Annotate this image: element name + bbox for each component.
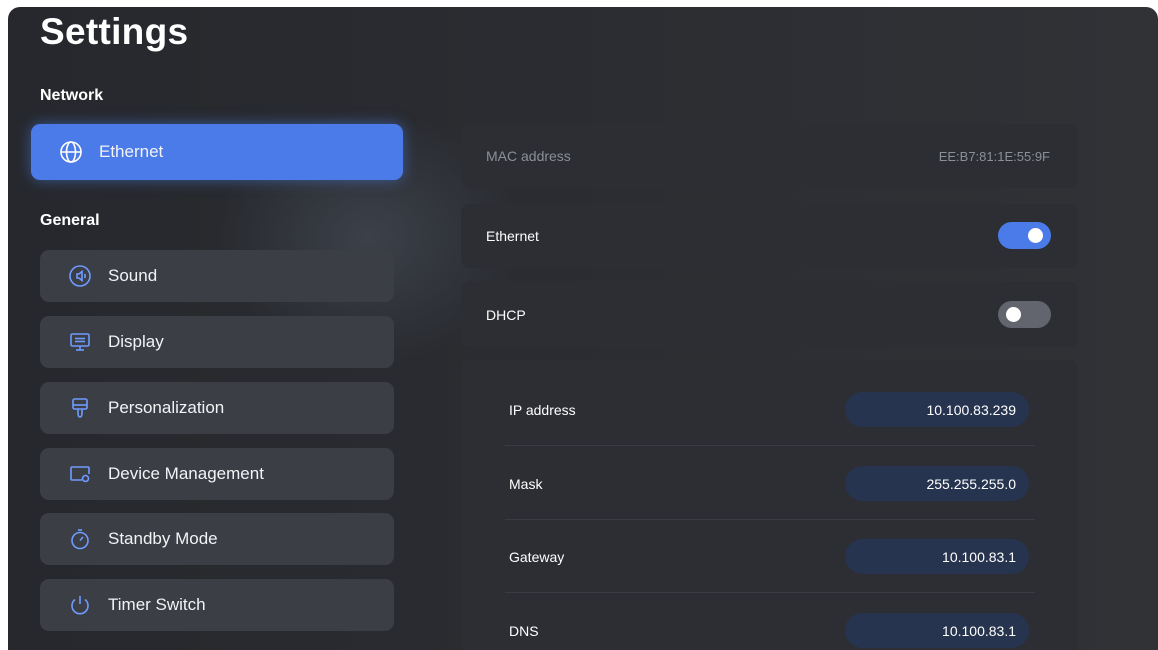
display-icon [68,330,92,354]
device-management-icon [68,462,92,486]
dns-field[interactable]: 10.100.83.1 [845,613,1029,648]
general-section-heading: General [40,212,100,229]
ethernet-toggle-row: Ethernet [461,204,1078,268]
dhcp-toggle[interactable] [998,301,1051,328]
sidebar-item-ethernet[interactable]: Ethernet [31,124,403,180]
globe-icon [59,140,83,164]
ip-address-label: IP address [509,402,576,418]
dhcp-toggle-row: DHCP [461,281,1078,347]
mac-address-row: MAC address EE:B7:81:1E:55:9F [461,124,1078,188]
dhcp-toggle-label: DHCP [486,307,526,323]
sidebar-item-display[interactable]: Display [40,316,394,368]
network-section-heading: Network [40,87,104,104]
sidebar-item-sound[interactable]: Sound [40,250,394,302]
gateway-label: Gateway [509,549,565,565]
ethernet-toggle[interactable] [998,222,1051,249]
ethernet-toggle-label: Ethernet [486,228,539,244]
settings-screen: Settings Network Ethernet General Sound [8,7,1158,650]
gateway-field[interactable]: 10.100.83.1 [845,539,1029,574]
sidebar-item-label: Display [108,332,164,351]
sound-icon [68,264,92,288]
ip-address-field[interactable]: 10.100.83.239 [845,392,1029,427]
mask-label: Mask [509,476,543,492]
sidebar-item-personalization[interactable]: Personalization [40,382,394,434]
sidebar-item-label: Sound [108,266,158,285]
mac-address-value: EE:B7:81:1E:55:9F [938,149,1050,164]
sidebar-item-timer-switch[interactable]: Timer Switch [40,579,394,631]
toggle-knob [1028,228,1043,243]
sidebar-item-label: Ethernet [99,142,164,161]
timer-icon [68,527,92,551]
sidebar-item-device-management[interactable]: Device Management [40,448,394,500]
sidebar-item-label: Personalization [108,398,225,417]
divider [505,592,1035,593]
mac-address-label: MAC address [486,148,571,164]
toggle-knob [1006,307,1021,322]
page-title: Settings [40,11,189,52]
divider [505,445,1035,446]
mask-field[interactable]: 255.255.255.0 [845,466,1029,501]
divider [505,519,1035,520]
personalization-icon [68,396,92,420]
ip-config-panel: IP address 10.100.83.239 Mask 255.255.25… [461,360,1078,650]
sidebar-item-label: Timer Switch [108,595,206,614]
sidebar-item-standby-mode[interactable]: Standby Mode [40,513,394,565]
dns-label: DNS [509,623,539,639]
sidebar-item-label: Standby Mode [108,529,218,548]
sidebar-item-label: Device Management [108,464,264,483]
power-icon [68,593,92,617]
